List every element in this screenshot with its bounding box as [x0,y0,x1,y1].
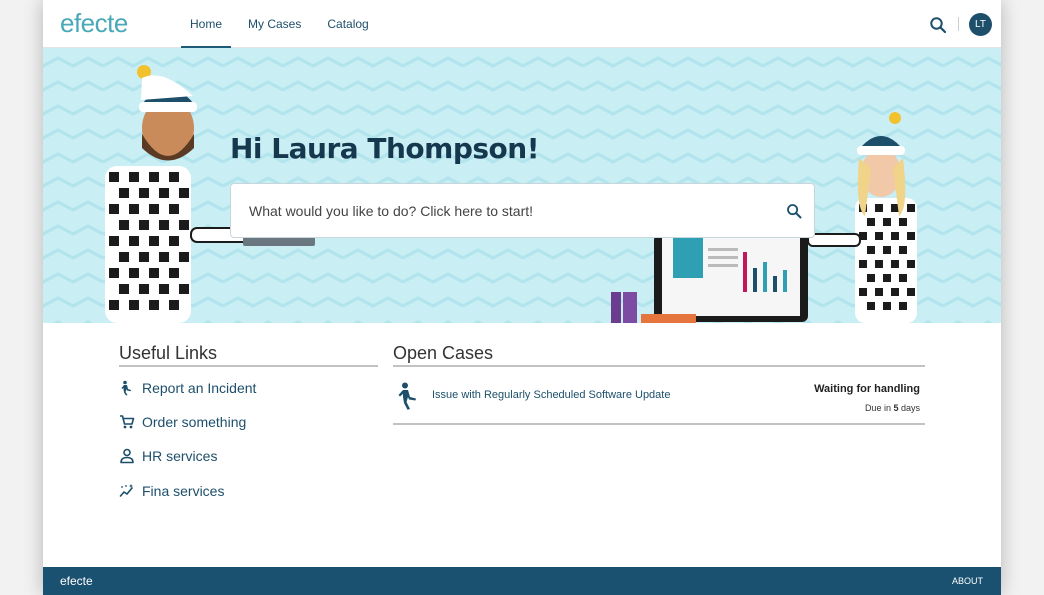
hero-search-input[interactable]: What would you like to do? Click here to… [230,183,815,238]
cart-icon [120,415,135,429]
case-row-divider [393,423,925,425]
efecte-logo[interactable]: efecte [60,8,128,39]
footer-logo: efecte [60,574,93,588]
person-falling-icon [121,380,131,396]
nav-home[interactable]: Home [181,0,232,48]
link-fina-services[interactable]: Fina services [119,480,224,502]
app-window: efecte Home My Cases Catalog LT Hi Laura… [43,0,1001,595]
about-link[interactable]: ABOUT [952,576,983,586]
user-avatar[interactable]: LT [969,13,992,36]
link-label: Report an Incident [142,380,257,396]
search-icon[interactable] [786,203,802,219]
due-suffix: days [898,403,920,413]
case-status: Waiting for handling [814,383,920,395]
person-falling-icon [398,382,416,410]
case-row[interactable]: Issue with Regularly Scheduled Software … [393,378,925,424]
open-cases-title: Open Cases [393,343,494,363]
sparkle-icon [119,484,133,497]
search-icon[interactable] [929,16,947,34]
link-label: Fina services [142,483,225,499]
header-divider [958,17,959,31]
person-icon [120,448,134,464]
main-nav: Home My Cases Catalog [181,0,386,48]
link-hr-services[interactable]: HR services [119,445,217,467]
useful-links-title: Useful Links [119,343,218,363]
link-label: Order something [142,414,247,430]
case-title-link[interactable]: Issue with Regularly Scheduled Software … [432,389,670,401]
footer: efecte ABOUT [43,567,1001,595]
link-order-something[interactable]: Order something [119,411,246,433]
open-cases-divider [393,365,925,367]
nav-catalog[interactable]: Catalog [318,0,377,48]
greeting-heading: Hi Laura Thompson! [230,132,540,165]
hero-banner: Hi Laura Thompson! What would you like t… [43,48,1001,323]
top-navigation-bar: efecte Home My Cases Catalog LT [43,0,1001,48]
nav-my-cases[interactable]: My Cases [239,0,310,48]
search-placeholder: What would you like to do? Click here to… [249,203,534,219]
useful-links-divider [119,365,378,367]
case-due-date: Due in 5 days [865,403,920,413]
link-report-incident[interactable]: Report an Incident [119,377,256,399]
link-label: HR services [142,448,218,464]
due-prefix: Due in [864,403,894,413]
